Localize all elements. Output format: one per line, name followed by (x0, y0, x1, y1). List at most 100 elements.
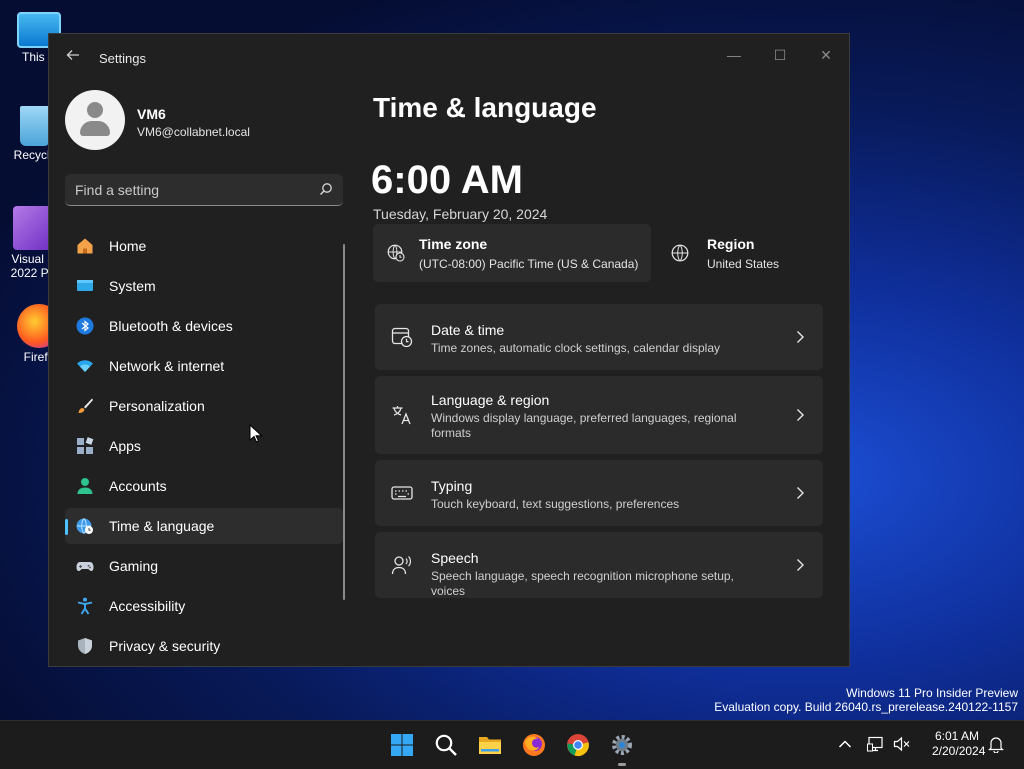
system-icon (77, 280, 93, 291)
region-value: United States (707, 257, 780, 271)
home-icon (77, 238, 93, 254)
back-arrow-icon (66, 50, 79, 60)
avatar (65, 90, 125, 150)
close-button[interactable]: ✕ (803, 40, 849, 70)
wifi-icon (77, 360, 93, 372)
sidebar-item-label: Apps (109, 438, 141, 454)
sidebar-item-apps[interactable]: Apps (65, 428, 343, 464)
sidebar-item-label: Personalization (109, 398, 205, 414)
firefox-icon[interactable] (522, 733, 546, 757)
os-watermark: Windows 11 Pro Insider Preview Evaluatio… (714, 686, 1018, 714)
window-title: Settings (99, 51, 146, 66)
sidebar-item-system[interactable]: System (65, 268, 343, 304)
search-icon[interactable] (319, 182, 333, 196)
chevron-right-icon (797, 409, 804, 421)
sidebar-item-label: Gaming (109, 558, 159, 574)
file-explorer-icon[interactable] (478, 733, 502, 757)
keyboard-icon (391, 486, 413, 500)
settings-window: Settings — ☐ ✕ VM6 VM6@collabnet.local H… (48, 33, 850, 667)
card-subtitle: Time zones, automatic clock settings, ca… (431, 341, 721, 355)
sidebar-item-label: Network & internet (109, 358, 225, 374)
card-subtitle: Windows display language, preferred lang… (431, 411, 737, 440)
chrome-icon[interactable] (566, 733, 590, 757)
sidebar-item-gaming[interactable]: Gaming (65, 548, 343, 584)
search-input[interactable] (65, 174, 317, 206)
minimize-button[interactable]: — (711, 40, 757, 70)
user-email: VM6@collabnet.local (137, 125, 250, 139)
maximize-button[interactable]: ☐ (757, 40, 803, 70)
card-title: Language & region (431, 392, 550, 408)
card-title: Typing (431, 478, 473, 494)
card-title: Date & time (431, 322, 505, 338)
chevron-up-icon[interactable] (836, 735, 854, 753)
sidebar-item-label: System (109, 278, 156, 294)
sidebar-nav: Home System Bluetooth & devices Network … (65, 228, 343, 666)
sidebar-item-accessibility[interactable]: Accessibility (65, 588, 343, 624)
sidebar-item-label: Bluetooth & devices (109, 318, 233, 334)
sidebar-item-label: Home (109, 238, 147, 254)
back-button[interactable] (63, 48, 83, 68)
network-icon[interactable] (867, 735, 885, 753)
sidebar-item-home[interactable]: Home (65, 228, 343, 264)
recycle-bin-icon (20, 106, 50, 146)
sidebar-item-accounts[interactable]: Accounts (65, 468, 343, 504)
time-zone-value: (UTC-08:00) Pacific Time (US & Canada) (419, 257, 639, 271)
sidebar-item-label: Accessibility (109, 598, 186, 614)
accessibility-icon (77, 597, 93, 615)
user-name: VM6 (137, 106, 166, 122)
sidebar-item-privacy[interactable]: Privacy & security (65, 628, 343, 664)
card-title: Speech (431, 550, 479, 566)
time-zone-card[interactable]: Time zone (UTC-08:00) Pacific Time (US &… (373, 224, 651, 282)
time-zone-label: Time zone (419, 236, 488, 252)
region-info[interactable]: Region United States (669, 224, 829, 282)
globe-clock-icon (76, 518, 93, 534)
sidebar-item-label: Time & language (109, 518, 215, 534)
tray-time: 6:01 AM (934, 729, 980, 743)
watermark-line: Windows 11 Pro Insider Preview (846, 686, 1018, 700)
current-date: Tuesday, February 20, 2024 (373, 206, 548, 222)
tray-date: 2/20/2024 (932, 744, 986, 758)
speech-card[interactable]: Speech Speech language, speech recogniti… (375, 532, 823, 598)
search-box (65, 174, 343, 206)
volume-muted-icon[interactable] (893, 735, 911, 753)
globe-icon (671, 244, 689, 262)
card-subtitle: Touch keyboard, text suggestions, prefer… (431, 497, 680, 511)
title-bar[interactable]: Settings — ☐ ✕ (49, 34, 849, 82)
active-app-indicator (618, 763, 626, 766)
search-icon[interactable] (434, 733, 458, 757)
start-icon[interactable] (390, 733, 414, 757)
apps-icon (77, 437, 94, 454)
watermark-line: Evaluation copy. Build 26040.rs_prerelea… (714, 700, 1018, 714)
sidebar-item-label: Privacy & security (109, 638, 221, 654)
card-subtitle: Speech language, speech recognition micr… (431, 569, 734, 598)
chevron-right-icon (797, 487, 804, 499)
page-title: Time & language (373, 92, 597, 123)
sidebar-item-time-language[interactable]: Time & language (65, 508, 343, 544)
settings-icon[interactable] (610, 733, 634, 757)
calendar-clock-icon (391, 327, 413, 348)
person-icon (77, 478, 93, 494)
sidebar-item-bluetooth[interactable]: Bluetooth & devices (65, 308, 343, 344)
current-time: 6:00 AM (371, 158, 523, 202)
language-icon (392, 406, 411, 425)
globe-clock-icon (387, 244, 405, 262)
region-label: Region (707, 236, 755, 252)
typing-card[interactable]: Typing Touch keyboard, text suggestions,… (375, 460, 823, 526)
chevron-right-icon (797, 331, 804, 343)
bluetooth-icon (76, 317, 94, 335)
tray-clock[interactable]: 6:01 AM 2/20/2024 (932, 729, 986, 759)
shield-icon (78, 638, 92, 654)
sidebar-item-label: Accounts (109, 478, 167, 494)
chevron-right-icon (797, 559, 804, 571)
gamepad-icon (76, 562, 94, 571)
mouse-cursor-icon (249, 424, 263, 443)
speech-icon (391, 556, 412, 575)
taskbar: 6:01 AM 2/20/2024 (0, 720, 1024, 769)
date-time-card[interactable]: Date & time Time zones, automatic clock … (375, 304, 823, 370)
sidebar-scrollbar[interactable] (343, 244, 345, 600)
sidebar-item-personalization[interactable]: Personalization (65, 388, 343, 424)
sidebar-item-network[interactable]: Network & internet (65, 348, 343, 384)
language-region-card[interactable]: Language & region Windows display langua… (375, 376, 823, 454)
brush-icon (78, 398, 93, 413)
notification-bell-icon[interactable] (987, 735, 1005, 753)
